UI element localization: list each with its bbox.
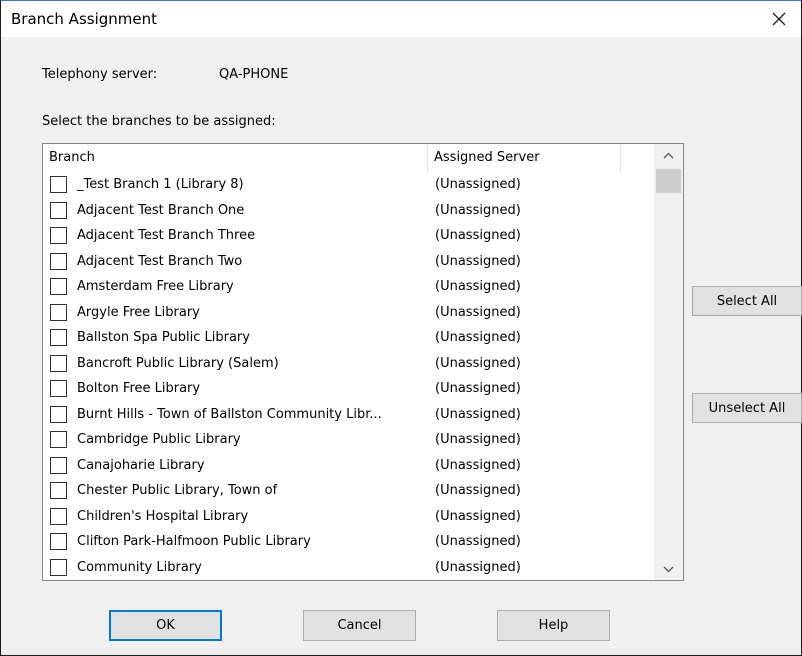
list-item[interactable]: Chester Public Library, Town of (Unassign… bbox=[43, 479, 655, 505]
assigned-server: (Unassigned) bbox=[435, 559, 521, 575]
branch-checkbox[interactable] bbox=[50, 507, 67, 525]
assigned-server: (Unassigned) bbox=[435, 253, 521, 269]
assigned-server: (Unassigned) bbox=[435, 406, 521, 422]
close-icon bbox=[772, 12, 786, 26]
branch-name: Community Library bbox=[77, 559, 202, 575]
assigned-server: (Unassigned) bbox=[435, 508, 521, 524]
branch-checkbox[interactable] bbox=[50, 252, 67, 270]
list-item[interactable]: Community Library (Unassigned) bbox=[43, 556, 655, 581]
list-item[interactable]: Clifton Park-Halfmoon Public Library (Una… bbox=[43, 530, 655, 556]
scroll-down-button[interactable] bbox=[654, 558, 683, 580]
branch-name: Ballston Spa Public Library bbox=[77, 330, 250, 345]
assigned-server: (Unassigned) bbox=[435, 381, 521, 396]
branch-name: Cambridge Public Library bbox=[77, 432, 241, 447]
list-item[interactable]: Adjacent Test Branch One (Unassigned) bbox=[43, 199, 655, 225]
unselect-all-button[interactable]: Unselect All bbox=[692, 393, 802, 423]
cancel-button[interactable]: Cancel bbox=[303, 610, 416, 641]
assigned-server: (Unassigned) bbox=[435, 228, 521, 243]
scroll-up-button[interactable] bbox=[654, 144, 683, 166]
select-all-button[interactable]: Select All bbox=[692, 286, 802, 316]
server-value: QA-PHONE bbox=[219, 67, 289, 82]
branch-name: Argyle Free Library bbox=[77, 304, 200, 320]
branch-checkbox[interactable] bbox=[50, 176, 67, 193]
list-item[interactable]: Amsterdam Free Library (Unassigned) bbox=[43, 275, 655, 301]
assigned-server: (Unassigned) bbox=[435, 279, 521, 294]
branch-name: Bancroft Public Library (Salem) bbox=[77, 355, 279, 371]
branch-checkbox[interactable] bbox=[50, 482, 67, 499]
branch-checkbox[interactable] bbox=[50, 558, 67, 576]
assigned-server: (Unassigned) bbox=[435, 483, 521, 498]
branch-name: _Test Branch 1 (Library 8) bbox=[77, 177, 244, 192]
assigned-server: (Unassigned) bbox=[435, 177, 521, 192]
branch-name: Amsterdam Free Library bbox=[77, 279, 234, 294]
branch-name: Adjacent Test Branch Three bbox=[77, 228, 256, 243]
list-item[interactable]: Bolton Free Library (Unassigned) bbox=[43, 377, 655, 403]
branch-name: Burnt Hills - Town of Ballston Community… bbox=[77, 406, 382, 422]
list-header: Branch Assigned Server bbox=[43, 144, 655, 172]
title-bar: Branch Assignment bbox=[1, 1, 801, 37]
branch-name: Chester Public Library, Town of bbox=[77, 483, 278, 498]
assigned-server: (Unassigned) bbox=[435, 432, 521, 447]
list-item[interactable]: Adjacent Test Branch Three (Unassigned) bbox=[43, 224, 655, 250]
branch-checkbox[interactable] bbox=[50, 456, 67, 474]
list-item[interactable]: Children's Hospital Library (Unassigned) bbox=[43, 505, 655, 531]
column-header-branch[interactable]: Branch bbox=[43, 144, 428, 172]
branch-name: Bolton Free Library bbox=[77, 381, 201, 396]
list-item[interactable]: Burnt Hills - Town of Ballston Community… bbox=[43, 403, 655, 429]
list-item[interactable]: Canajoharie Library (Unassigned) bbox=[43, 454, 655, 480]
branch-checkbox[interactable] bbox=[50, 431, 67, 448]
column-header-assigned-server[interactable]: Assigned Server bbox=[428, 144, 621, 172]
list-item[interactable]: Cambridge Public Library (Unassigned) bbox=[43, 428, 655, 454]
branch-name: Adjacent Test Branch Two bbox=[77, 253, 243, 269]
branch-assignment-dialog: Branch Assignment Telephony server: QA-P… bbox=[0, 0, 802, 656]
branch-checkbox[interactable] bbox=[50, 329, 67, 346]
list-rows: _Test Branch 1 (Library 8) (Unassigned) Ad… bbox=[43, 173, 655, 581]
window-title: Branch Assignment bbox=[11, 10, 157, 28]
branch-name: Adjacent Test Branch One bbox=[77, 202, 245, 218]
branch-name: Canajoharie Library bbox=[77, 457, 205, 473]
list-item[interactable]: Bancroft Public Library (Salem) (Unassign… bbox=[43, 352, 655, 378]
chevron-down-icon bbox=[663, 566, 674, 572]
close-button[interactable] bbox=[757, 1, 801, 37]
list-item[interactable]: _Test Branch 1 (Library 8) (Unassigned) bbox=[43, 173, 655, 199]
vertical-scrollbar[interactable] bbox=[654, 144, 683, 580]
branch-checkbox[interactable] bbox=[50, 278, 67, 295]
branch-checkbox[interactable] bbox=[50, 227, 67, 244]
assigned-server: (Unassigned) bbox=[435, 202, 521, 218]
help-button[interactable]: Help bbox=[497, 610, 610, 641]
server-label: Telephony server: bbox=[42, 67, 158, 82]
branch-checkbox[interactable] bbox=[50, 201, 67, 219]
scroll-thumb[interactable] bbox=[656, 169, 681, 193]
branch-list[interactable]: Branch Assigned Server _Test Branch 1 (L… bbox=[42, 143, 684, 581]
branch-checkbox[interactable] bbox=[50, 354, 67, 372]
list-item[interactable]: Ballston Spa Public Library (Unassigned) bbox=[43, 326, 655, 352]
branch-checkbox[interactable] bbox=[50, 303, 67, 321]
assigned-server: (Unassigned) bbox=[435, 534, 521, 549]
assigned-server: (Unassigned) bbox=[435, 457, 521, 473]
assigned-server: (Unassigned) bbox=[435, 304, 521, 320]
branch-checkbox[interactable] bbox=[50, 533, 67, 550]
list-item[interactable]: Argyle Free Library (Unassigned) bbox=[43, 301, 655, 327]
ok-button[interactable]: OK bbox=[109, 610, 222, 641]
branch-name: Children's Hospital Library bbox=[77, 508, 249, 524]
branch-checkbox[interactable] bbox=[50, 380, 67, 397]
branch-checkbox[interactable] bbox=[50, 405, 67, 423]
assigned-server: (Unassigned) bbox=[435, 330, 521, 345]
instructions-text: Select the branches to be assigned: bbox=[42, 114, 276, 129]
branch-name: Clifton Park-Halfmoon Public Library bbox=[77, 534, 311, 549]
chevron-up-icon bbox=[663, 152, 674, 158]
list-item[interactable]: Adjacent Test Branch Two (Unassigned) bbox=[43, 250, 655, 276]
assigned-server: (Unassigned) bbox=[435, 355, 521, 371]
